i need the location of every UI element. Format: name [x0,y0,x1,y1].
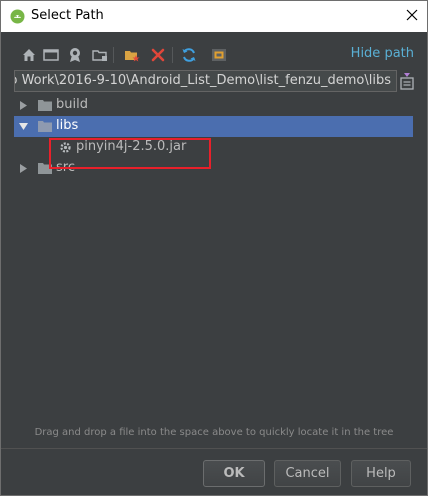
home-icon[interactable] [20,46,38,64]
toolbar [17,46,247,66]
history-icon[interactable] [400,72,414,90]
toolbar-separator [113,47,114,63]
collapse-arrow-icon[interactable] [19,122,28,131]
annotation-highlight-box [49,138,211,169]
module-icon[interactable] [91,46,109,64]
expand-arrow-icon[interactable] [19,164,28,173]
dialog-body: Hide path :tudio Work\2016-9-10\Android_… [1,32,427,495]
close-icon[interactable] [399,4,425,28]
folder-icon [38,100,52,111]
folder-icon [38,121,52,132]
footer-divider [1,448,427,449]
desktop-icon[interactable] [42,46,60,64]
toolbar-separator [172,47,173,63]
tree-item-label: libs [56,118,79,133]
cancel-button[interactable]: Cancel [274,460,341,487]
help-button[interactable]: Help [351,460,411,487]
project-icon[interactable] [66,46,84,64]
delete-icon[interactable] [149,46,167,64]
ok-button[interactable]: OK [203,460,265,487]
path-input[interactable]: :tudio Work\2016-9-10\Android_List_Demo\… [14,70,397,92]
tree-item-label: build [56,97,88,112]
hide-path-link[interactable]: Hide path [351,46,414,61]
tree-item-libs[interactable]: libs [14,116,413,137]
expand-arrow-icon[interactable] [19,101,28,110]
tree-item-build[interactable]: build [14,95,413,116]
android-studio-icon [10,9,25,24]
new-folder-icon[interactable] [123,46,141,64]
dialog-title: Select Path [31,8,104,23]
refresh-icon[interactable] [180,46,198,64]
path-input-value: :tudio Work\2016-9-10\Android_List_Demo\… [14,73,391,88]
title-bar: Select Path [1,1,427,32]
show-hidden-icon[interactable] [210,46,228,64]
drag-drop-hint: Drag and drop a file into the space abov… [34,427,394,438]
select-path-dialog: Select Path Hide path:tudio Work\2016-9… [0,0,428,496]
